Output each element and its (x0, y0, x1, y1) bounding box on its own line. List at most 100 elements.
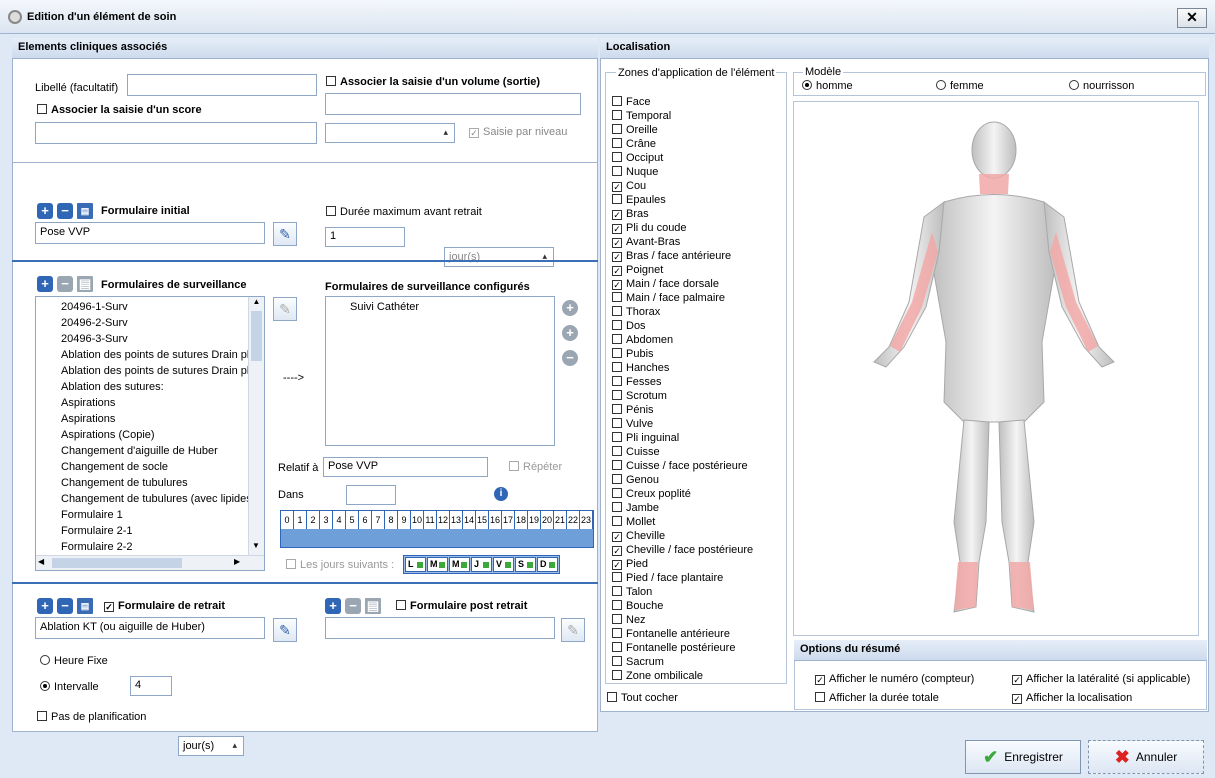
add-icon[interactable]: + (37, 598, 53, 614)
zone-checkbox[interactable] (612, 320, 622, 330)
hour-cell[interactable]: 19 (528, 511, 541, 529)
zone-checkbox[interactable] (612, 474, 622, 484)
day-toggle[interactable]: M (427, 557, 448, 572)
zone-checkbox[interactable] (612, 362, 622, 372)
zone-item[interactable]: Fesses (612, 375, 784, 389)
zone-checkbox[interactable] (612, 376, 622, 386)
zone-item[interactable]: Nez (612, 613, 784, 627)
intervalle-spinner[interactable]: 4 (130, 676, 172, 696)
zone-checkbox[interactable] (612, 418, 622, 428)
post-retrait-input[interactable] (325, 617, 555, 639)
heure-fixe-radio-dot[interactable] (40, 655, 50, 665)
day-toggle[interactable]: V (493, 557, 514, 572)
list-item[interactable]: Changement de tubulures (61, 475, 249, 491)
hour-cell[interactable]: 8 (385, 511, 398, 529)
zone-item[interactable]: Bras / face antérieure (612, 249, 784, 263)
hour-cell[interactable]: 2 (307, 511, 320, 529)
zone-item[interactable]: Pubis (612, 347, 784, 361)
zone-checkbox[interactable] (612, 614, 622, 624)
zone-item[interactable]: Oreille (612, 123, 784, 137)
list-item[interactable]: 20496-1-Surv (61, 299, 249, 315)
zone-checkbox[interactable] (612, 404, 622, 414)
duree-unit-dropdown[interactable]: jour(s) (444, 247, 554, 267)
zone-item[interactable]: Vulve (612, 417, 784, 431)
hour-cell[interactable]: 18 (515, 511, 528, 529)
zone-item[interactable]: Main / face dorsale (612, 277, 784, 291)
hour-cell[interactable]: 15 (476, 511, 489, 529)
score-dropdown[interactable] (325, 123, 455, 143)
localisation-checkbox[interactable]: Afficher la localisation (1012, 692, 1132, 704)
edit-pencil-icon[interactable]: ✎ (561, 618, 585, 642)
add-icon[interactable]: + (562, 300, 578, 316)
duree-totale-checkbox[interactable]: Afficher la durée totale (815, 692, 939, 704)
zone-item[interactable]: Genou (612, 473, 784, 487)
femme-radio-dot[interactable] (936, 80, 946, 90)
list-item[interactable]: Aspirations (61, 395, 249, 411)
intervalle-radio-dot[interactable] (40, 681, 50, 691)
document-icon[interactable]: ▤ (77, 276, 93, 292)
list-item[interactable]: Formulaire 1 (61, 507, 249, 523)
list-item[interactable]: Changement de tubulures (avec lipides (61, 491, 249, 507)
homme-radio-dot[interactable] (802, 80, 812, 90)
zone-checkbox[interactable] (612, 292, 622, 302)
duree-checkbox[interactable]: Durée maximum avant retrait (326, 206, 482, 218)
heure-fixe-radio[interactable]: Heure Fixe (40, 655, 108, 667)
pas-planif-check[interactable] (37, 711, 47, 721)
hour-cell[interactable]: 13 (450, 511, 463, 529)
zone-checkbox[interactable] (612, 306, 622, 316)
zone-checkbox[interactable] (612, 516, 622, 526)
saisie-niveau-check[interactable] (469, 128, 479, 138)
pas-planif-checkbox[interactable]: Pas de planification (37, 711, 146, 723)
zone-item[interactable]: Crâne (612, 137, 784, 151)
volume-check-box[interactable] (326, 76, 336, 86)
zone-checkbox[interactable] (612, 334, 622, 344)
hour-cell[interactable]: 0 (281, 511, 294, 529)
edit-pencil-icon[interactable]: ✎ (273, 618, 297, 642)
zone-checkbox[interactable] (612, 238, 622, 248)
hour-cell[interactable]: 1 (294, 511, 307, 529)
zone-item[interactable]: Pied (612, 557, 784, 571)
zone-checkbox[interactable] (612, 546, 622, 556)
tout-cocher-checkbox[interactable]: Tout cocher (607, 692, 678, 704)
zone-checkbox[interactable] (612, 166, 622, 176)
zone-item[interactable]: Scrotum (612, 389, 784, 403)
zone-checkbox[interactable] (612, 572, 622, 582)
post-retrait-checkbox[interactable]: Formulaire post retrait (396, 600, 527, 612)
scroll-thumb[interactable] (251, 311, 262, 361)
scroll-down-icon[interactable]: ▼ (249, 541, 263, 555)
vertical-scrollbar[interactable]: ▲ ▼ (248, 297, 264, 555)
list-item[interactable]: Aspirations (Copie) (61, 427, 249, 443)
duree-check[interactable] (326, 206, 336, 216)
lateralite-check[interactable] (1012, 675, 1022, 685)
zone-checkbox[interactable] (612, 600, 622, 610)
configured-list[interactable]: Suivi Cathéter (325, 296, 555, 446)
hour-cell[interactable]: 3 (320, 511, 333, 529)
list-item[interactable]: Ablation des points de sutures Drain pl (61, 347, 249, 363)
zone-checkbox[interactable] (612, 96, 622, 106)
zone-item[interactable]: Cuisse / face postérieure (612, 459, 784, 473)
list-item[interactable]: Formulaire 2-1 (61, 523, 249, 539)
zone-item[interactable]: Cou (612, 179, 784, 193)
zone-checkbox[interactable] (612, 560, 622, 570)
retrait-input[interactable]: Ablation KT (ou aiguille de Huber) (35, 617, 265, 639)
zone-checkbox[interactable] (612, 124, 622, 134)
hour-cell[interactable]: 14 (463, 511, 476, 529)
zone-item[interactable]: Occiput (612, 151, 784, 165)
jours-checkbox[interactable]: Les jours suivants : (286, 559, 394, 571)
zone-checkbox[interactable] (612, 194, 622, 204)
model-nourrisson-radio[interactable]: nourrisson (1069, 80, 1134, 92)
score-checkbox[interactable]: Associer la saisie d'un score (37, 104, 202, 116)
list-item[interactable]: 20496-2-Surv (61, 315, 249, 331)
zone-checkbox[interactable] (612, 110, 622, 120)
zone-checkbox[interactable] (612, 280, 622, 290)
zone-checkbox[interactable] (612, 210, 622, 220)
hour-cell[interactable]: 22 (567, 511, 580, 529)
zone-item[interactable]: Sacrum (612, 655, 784, 669)
zone-item[interactable]: Epaules (612, 193, 784, 207)
add-icon[interactable]: + (325, 598, 341, 614)
zone-checkbox[interactable] (612, 670, 622, 680)
zone-item[interactable]: Mollet (612, 515, 784, 529)
list-item[interactable]: Ablation des sutures: (61, 379, 249, 395)
day-toggle[interactable]: M (449, 557, 470, 572)
zone-checkbox[interactable] (612, 532, 622, 542)
